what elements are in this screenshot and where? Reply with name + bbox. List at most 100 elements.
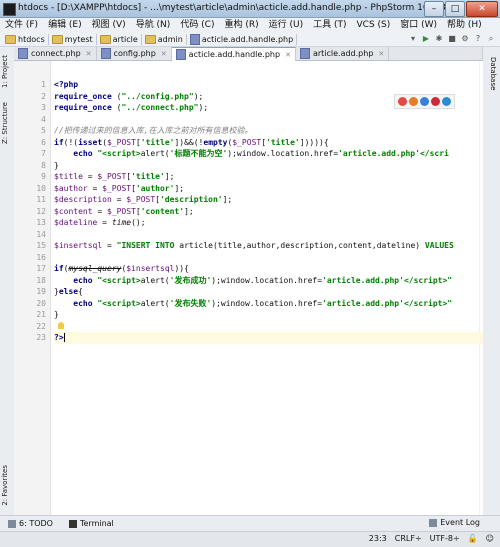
breadcrumb-label: article [112,35,138,44]
code-line: } [54,160,59,170]
breadcrumb-article[interactable]: article [97,34,142,45]
bottom-tool-strip: 6: TODO Terminal Event Log [0,515,500,531]
code-line: }else{ [54,287,83,296]
menu-view[interactable]: 视图 (V) [87,18,131,33]
right-tool-strip: Database [482,47,500,515]
code-line: $description = $_POST['description']; [54,195,233,204]
todo-tool-button[interactable]: 6: TODO [0,519,61,528]
code-line: echo "<script>alert('发布成功');window.locat… [73,275,453,285]
line-number: 22 [36,321,46,331]
menu-tools[interactable]: 工具 (T) [308,18,351,33]
code-line: echo "<script>alert('标题不能为空');window.loc… [73,149,449,158]
line-number: 12 [36,206,46,216]
lock-icon[interactable]: 🔓 [468,534,478,543]
breadcrumb-label: admin [157,35,183,44]
close-icon[interactable]: ✕ [285,51,291,59]
line-number: 9 [41,172,46,181]
favorites-tool-tab[interactable]: 2: Favorites [1,465,13,506]
menu-code[interactable]: 代码 (C) [175,18,219,33]
line-number: 23 [36,333,46,342]
php-file-icon [299,48,310,59]
navigation-bar: htdocs mytest article admin acticle.add.… [0,33,500,47]
breadcrumb-label: htdocs [18,35,45,44]
menu-refactor[interactable]: 重构 (R) [219,18,263,33]
line-gutter: 1 2 3 4 5 6 7 8 9 10 11 12 13 14 15 16 17 18 19 20 21 22 23 [14,61,51,515]
menu-vcs[interactable]: VCS (S) [352,18,396,33]
minimize-button[interactable]: – [424,1,444,17]
database-tool-tab[interactable]: Database [489,57,497,90]
breadcrumb-file[interactable]: acticle.add.handle.php [187,34,298,45]
line-number: 20 [36,298,46,308]
code-line: require_once ("../connect.php"); [54,103,209,112]
inspector-icon[interactable]: ☺ [486,534,494,543]
event-log-button[interactable]: Event Log [429,518,480,527]
menu-navigate[interactable]: 导航 (N) [131,18,176,33]
stop-icon[interactable]: ■ [447,34,457,44]
code-area[interactable]: <?php require_once ("../config.php"); re… [54,79,483,344]
line-number: 5 [41,126,46,135]
run-icon[interactable]: ▶ [421,34,431,44]
line-number: 14 [36,229,46,239]
code-editor[interactable]: 1 2 3 4 5 6 7 8 9 10 11 12 13 14 15 16 17 18 19 20 21 22 23 <?… [14,61,483,515]
close-icon[interactable]: ✕ [86,50,92,58]
line-separator[interactable]: CRLF÷ [395,534,422,543]
settings-icon[interactable]: ⚙ [460,34,470,44]
code-line: $author = $_POST['author']; [54,183,185,193]
terminal-label: Terminal [79,519,114,528]
line-number: 16 [36,252,46,262]
line-number: 18 [36,275,46,285]
menu-bar: 文件 (F) 编辑 (E) 视图 (V) 导航 (N) 代码 (C) 重构 (R… [0,18,500,34]
event-log-icon [429,518,438,527]
left-tool-strip: 1: Project Z: Structure 2: Favorites [0,47,15,515]
menu-help[interactable]: 帮助 (H) [442,18,487,33]
folder-icon [99,35,111,44]
menu-file[interactable]: 文件 (F) [0,18,43,33]
tab-connect[interactable]: connect.php ✕ [14,47,97,60]
close-icon[interactable]: ✕ [378,50,384,58]
close-icon[interactable]: ✕ [161,50,167,58]
structure-tool-tab[interactable]: Z: Structure [1,102,13,144]
line-number: 15 [36,241,46,250]
code-line: } [54,310,59,319]
line-number: 19 [36,287,46,296]
file-encoding[interactable]: UTF-8÷ [430,534,460,543]
code-line: //把传递过来的信息入库,在入库之前对所有信息校验。 [54,126,253,135]
debug-icon[interactable]: ✱ [434,34,444,44]
tab-config[interactable]: config.php ✕ [97,47,172,60]
maximize-button[interactable]: □ [445,1,465,17]
line-number: 10 [36,183,46,193]
line-number: 6 [41,137,46,147]
breadcrumb-htdocs[interactable]: htdocs [2,34,49,45]
help-icon[interactable]: ? [473,34,483,44]
breadcrumb-admin[interactable]: admin [142,34,187,45]
code-line: echo "<script>alert('发布失败');window.locat… [73,298,453,308]
menu-window[interactable]: 窗口 (W) [395,18,442,33]
line-number: 4 [41,114,46,124]
folder-icon [51,35,63,44]
code-line: $content = $_POST['content']; [54,206,194,216]
close-button[interactable]: ✕ [466,1,498,17]
todo-label: 6: TODO [19,519,53,528]
dropdown-icon[interactable]: ▾ [408,34,418,44]
phpstorm-app-icon [3,3,16,16]
title-bar: htdocs - [D:\XAMPP\htdocs] - ...\mytest\… [0,0,500,18]
cursor-position[interactable]: 23:3 [369,534,387,543]
project-tool-tab[interactable]: 1: Project [1,55,13,88]
breadcrumb-mytest[interactable]: mytest [49,34,97,45]
terminal-tool-button[interactable]: Terminal [61,519,122,528]
menu-run[interactable]: 运行 (U) [264,18,308,33]
breadcrumb-label: acticle.add.handle.php [201,35,294,44]
search-icon[interactable]: ⌕ [486,34,496,44]
tab-label: article.add.php [312,49,374,58]
menu-edit[interactable]: 编辑 (E) [43,18,87,33]
code-line: require_once ("../config.php"); [54,91,204,101]
folder-icon [5,35,16,44]
tab-article-add[interactable]: article.add.php ✕ [296,47,390,60]
line-number: 7 [41,149,46,158]
tab-acticle-add-handle[interactable]: acticle.add.handle.php ✕ [171,47,296,61]
line-number: 17 [36,264,46,273]
terminal-icon [68,519,77,528]
